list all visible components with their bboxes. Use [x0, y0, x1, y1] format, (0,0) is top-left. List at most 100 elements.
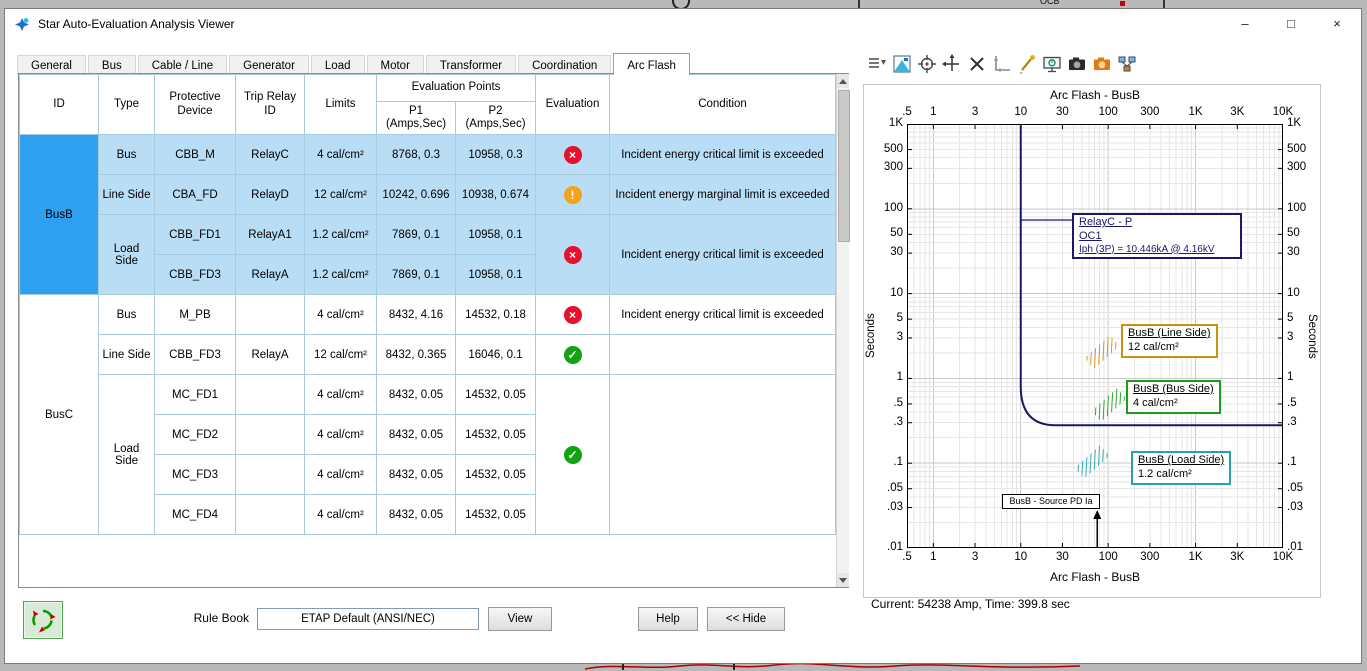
cell-p2[interactable]: 14532, 0.05 [456, 455, 536, 495]
cell-evaluation[interactable]: × [536, 215, 610, 295]
maximize-button[interactable]: □ [1268, 10, 1314, 37]
pan-crosshair-icon[interactable] [941, 54, 962, 75]
cell-condition[interactable] [610, 335, 836, 375]
cell-p2[interactable]: 10958, 0.1 [456, 255, 536, 295]
cell-p1[interactable]: 8432, 0.05 [377, 375, 456, 415]
table-row[interactable]: Load Side MC_FD1 4 cal/cm² 8432, 0.05 14… [20, 375, 836, 415]
relay-curve-label-box[interactable]: RelayC - P OC1 Iph (3P) = 10.446kA @ 4.1… [1072, 213, 1242, 259]
cell-limits[interactable]: 4 cal/cm² [305, 455, 377, 495]
sequence-viewer-icon[interactable] [1116, 54, 1137, 75]
monitor-time-icon[interactable] [1041, 54, 1062, 75]
close-button[interactable]: × [1314, 10, 1360, 37]
tab-arc-flash[interactable]: Arc Flash [613, 53, 690, 75]
tab-coordination[interactable]: Coordination [518, 55, 611, 75]
cell-p1[interactable]: 8432, 0.365 [377, 335, 456, 375]
cell-trip-relay[interactable] [236, 295, 305, 335]
cell-limits[interactable]: 1.2 cal/cm² [305, 255, 377, 295]
cell-trip-relay[interactable]: RelayA [236, 255, 305, 295]
arc-flash-hatch-marker[interactable] [1092, 388, 1127, 421]
cell-p2[interactable]: 16046, 0.1 [456, 335, 536, 375]
cell-p1[interactable]: 8432, 0.05 [377, 415, 456, 455]
view-button[interactable]: View [488, 607, 552, 631]
cell-limits[interactable]: 4 cal/cm² [305, 375, 377, 415]
cell-device[interactable]: MC_FD3 [155, 455, 236, 495]
report-list-icon[interactable] [866, 54, 887, 75]
delete-curve-icon[interactable] [966, 54, 987, 75]
auto-evaluation-button[interactable] [23, 601, 63, 639]
cell-device[interactable]: CBB_FD1 [155, 215, 236, 255]
cell-p1[interactable]: 7869, 0.1 [377, 215, 456, 255]
table-row[interactable]: Load Side CBB_FD1 RelayA1 1.2 cal/cm² 78… [20, 215, 836, 255]
cell-p1[interactable]: 8768, 0.3 [377, 135, 456, 175]
cell-trip-relay[interactable]: RelayA1 [236, 215, 305, 255]
table-row[interactable]: Line Side CBB_FD3 RelayA 12 cal/cm² 8432… [20, 335, 836, 375]
cell-limits[interactable]: 4 cal/cm² [305, 135, 377, 175]
minimize-button[interactable]: – [1222, 10, 1268, 37]
cell-device[interactable]: MC_FD4 [155, 495, 236, 535]
chart-image-icon[interactable] [891, 54, 912, 75]
cell-type[interactable]: Load Side [99, 215, 155, 295]
cell-trip-relay[interactable]: RelayA [236, 335, 305, 375]
tab-motor[interactable]: Motor [367, 55, 424, 75]
cell-id-busc[interactable]: BusC [20, 295, 99, 535]
cell-device[interactable]: MC_FD1 [155, 375, 236, 415]
cell-device[interactable]: CBA_FD [155, 175, 236, 215]
line-side-energy-label-box[interactable]: BusB (Line Side) 12 cal/cm² [1121, 324, 1218, 358]
tab-general[interactable]: General [17, 55, 86, 75]
cell-p2[interactable]: 10958, 0.3 [456, 135, 536, 175]
cell-p2[interactable]: 10938, 0.674 [456, 175, 536, 215]
cell-device[interactable]: CBB_FD3 [155, 255, 236, 295]
title-bar[interactable]: Star Auto-Evaluation Analysis Viewer – □… [5, 9, 1361, 39]
cell-evaluation[interactable]: ✓ [536, 335, 610, 375]
cell-evaluation[interactable]: ! [536, 175, 610, 215]
tab-load[interactable]: Load [311, 55, 365, 75]
cell-type[interactable]: Line Side [99, 175, 155, 215]
cell-limits[interactable]: 1.2 cal/cm² [305, 215, 377, 255]
bus-side-energy-label-box[interactable]: BusB (Bus Side) 4 cal/cm² [1126, 380, 1221, 414]
scrollbar-down-button[interactable] [837, 573, 849, 587]
cell-p1[interactable]: 8432, 0.05 [377, 495, 456, 535]
cell-id-busb[interactable]: BusB [20, 135, 99, 295]
table-row[interactable]: BusB Bus CBB_M RelayC 4 cal/cm² 8768, 0.… [20, 135, 836, 175]
arc-flash-hatch-marker[interactable] [1085, 335, 1120, 368]
cell-device[interactable]: CBB_M [155, 135, 236, 175]
tab-cable-line[interactable]: Cable / Line [138, 55, 227, 75]
table-row[interactable]: Line Side CBA_FD RelayD 12 cal/cm² 10242… [20, 175, 836, 215]
cell-type[interactable]: Load Side [99, 375, 155, 535]
cell-condition[interactable]: Incident energy critical limit is exceed… [610, 295, 836, 335]
cell-limits[interactable]: 12 cal/cm² [305, 175, 377, 215]
cell-p2[interactable]: 14532, 0.05 [456, 495, 536, 535]
camera-capture-icon[interactable] [1091, 54, 1112, 75]
cell-p1[interactable]: 8432, 0.05 [377, 455, 456, 495]
help-button[interactable]: Help [638, 607, 698, 631]
cell-evaluation[interactable]: × [536, 135, 610, 175]
axis-scale-icon[interactable] [991, 54, 1012, 75]
cell-type[interactable]: Bus [99, 295, 155, 335]
cell-p2[interactable]: 10958, 0.1 [456, 215, 536, 255]
cell-trip-relay[interactable] [236, 495, 305, 535]
cell-device[interactable]: M_PB [155, 295, 236, 335]
cell-p1[interactable]: 10242, 0.696 [377, 175, 456, 215]
cell-limits[interactable]: 4 cal/cm² [305, 295, 377, 335]
cell-condition[interactable]: Incident energy marginal limit is exceed… [610, 175, 836, 215]
cell-p1[interactable]: 8432, 4.16 [377, 295, 456, 335]
tab-transformer[interactable]: Transformer [426, 55, 516, 75]
cell-type[interactable]: Line Side [99, 335, 155, 375]
cell-p2[interactable]: 14532, 0.18 [456, 295, 536, 335]
table-scrollbar[interactable] [836, 74, 849, 587]
cell-p2[interactable]: 14532, 0.05 [456, 375, 536, 415]
load-side-energy-label-box[interactable]: BusB (Load Side) 1.2 cal/cm² [1131, 451, 1231, 485]
cell-device[interactable]: CBB_FD3 [155, 335, 236, 375]
camera-icon[interactable] [1066, 54, 1087, 75]
source-pd-label-box[interactable]: BusB - Source PD Ia [1002, 494, 1100, 509]
cell-evaluation[interactable]: × [536, 295, 610, 335]
cell-condition[interactable]: Incident energy critical limit is exceed… [610, 215, 836, 295]
cell-device[interactable]: MC_FD2 [155, 415, 236, 455]
tab-bus[interactable]: Bus [88, 55, 136, 75]
cell-p1[interactable]: 7869, 0.1 [377, 255, 456, 295]
target-capture-icon[interactable] [916, 54, 937, 75]
cell-type[interactable]: Bus [99, 135, 155, 175]
cell-trip-relay[interactable]: RelayD [236, 175, 305, 215]
cell-limits[interactable]: 4 cal/cm² [305, 495, 377, 535]
scrollbar-up-button[interactable] [837, 74, 849, 88]
